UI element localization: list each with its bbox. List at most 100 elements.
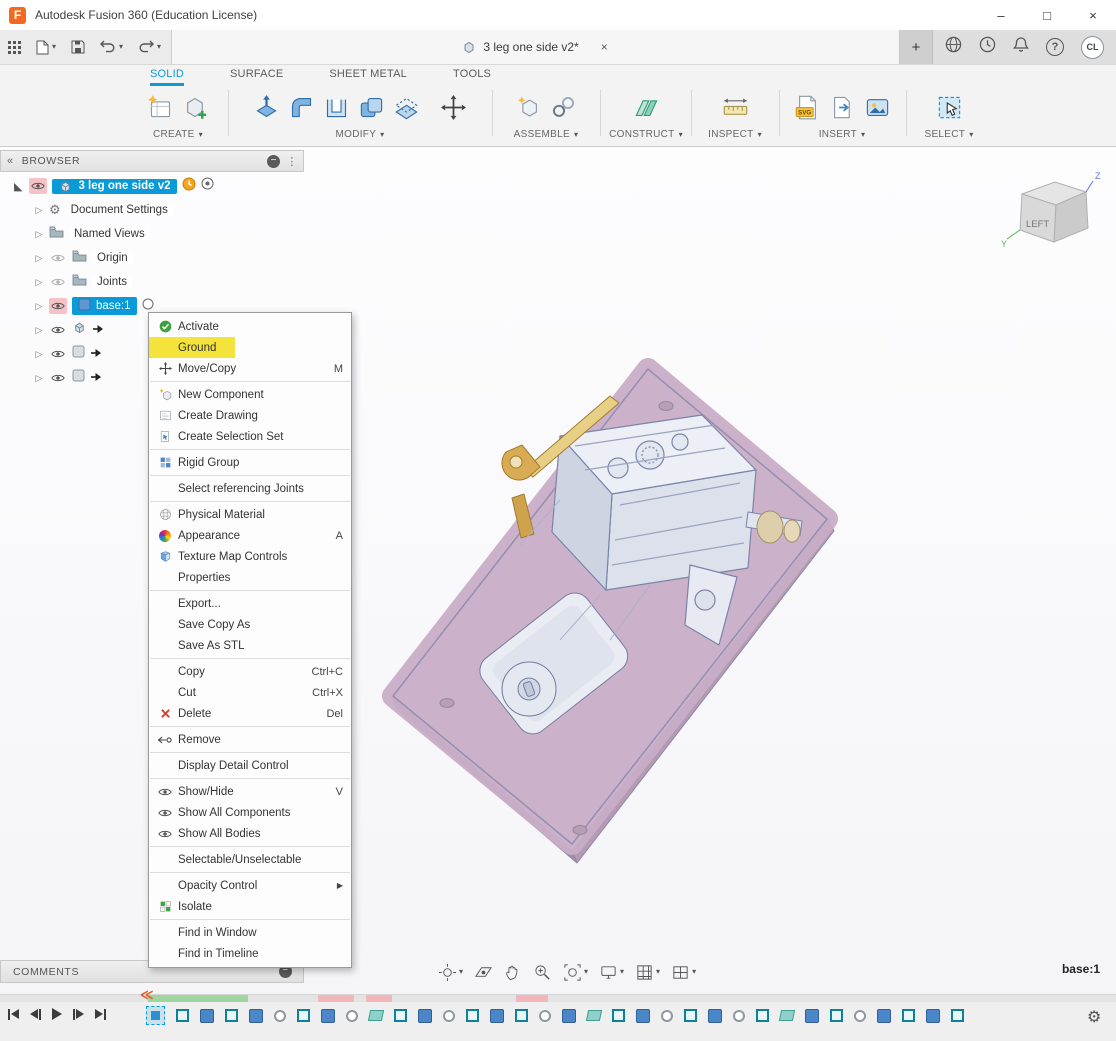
timeline-feature-sketch-icon[interactable] <box>394 1009 407 1022</box>
insert-canvas-icon[interactable] <box>862 93 892 123</box>
visibility-eye-icon[interactable] <box>49 298 67 314</box>
combine-icon[interactable] <box>357 93 387 123</box>
visibility-eye-icon[interactable] <box>29 178 47 194</box>
visibility-eye-icon[interactable] <box>49 346 67 362</box>
timeline-play-button[interactable] <box>52 1008 62 1020</box>
insert-derive-icon[interactable] <box>827 93 857 123</box>
timeline-feature-extrude-icon[interactable] <box>418 1009 432 1023</box>
menu-item-selectable-unselectable[interactable]: Selectable/Unselectable <box>149 849 351 870</box>
move-copy-icon[interactable] <box>439 93 469 123</box>
timeline-feature-plane-icon[interactable] <box>586 1010 602 1021</box>
menu-item-delete[interactable]: DeleteDel <box>149 703 351 724</box>
tab-close-icon[interactable]: × <box>601 40 608 54</box>
group-label-create[interactable]: CREATE▾ <box>153 129 203 144</box>
timeline-feature-circle-icon[interactable] <box>346 1010 358 1022</box>
select-tool-icon[interactable] <box>934 93 964 123</box>
menu-item-opacity-control[interactable]: Opacity Control▶ <box>149 875 351 896</box>
visibility-eye-icon[interactable] <box>49 370 67 386</box>
group-label-select[interactable]: SELECT▾ <box>924 129 973 144</box>
menu-item-show-hide[interactable]: Show/HideV <box>149 781 351 802</box>
menu-item-appearance[interactable]: AppearanceA <box>149 525 351 546</box>
timeline-feature-extrude-icon[interactable] <box>200 1009 214 1023</box>
timeline-feature-circle-icon[interactable] <box>539 1010 551 1022</box>
file-menu-button[interactable]: ▾ <box>36 40 56 55</box>
timeline-feature-circle-icon[interactable] <box>854 1010 866 1022</box>
menu-item-create-selection-set[interactable]: Create Selection Set <box>149 426 351 447</box>
viewports-button[interactable]: ▾ <box>671 963 696 982</box>
timeline-feature-sketch-icon[interactable] <box>466 1009 479 1022</box>
menu-item-physical-material[interactable]: Physical Material <box>149 504 351 525</box>
visibility-eye-icon[interactable] <box>49 322 67 338</box>
job-status-clock-icon[interactable] <box>979 36 996 58</box>
group-label-assemble[interactable]: ASSEMBLE▾ <box>514 129 579 144</box>
menu-item-cut[interactable]: CutCtrl+X <box>149 682 351 703</box>
measure-icon[interactable] <box>720 93 750 123</box>
redo-button[interactable]: ▾ <box>138 40 161 54</box>
timeline-feature-extrude-icon[interactable] <box>636 1009 650 1023</box>
timeline-feature-circle-icon[interactable] <box>274 1010 286 1022</box>
undo-button[interactable]: ▾ <box>100 40 123 54</box>
zoom-button[interactable] <box>533 963 552 982</box>
menu-item-display-detail-control[interactable]: Display Detail Control <box>149 755 351 776</box>
browser-item-selection[interactable]: base:1 <box>72 297 137 315</box>
activate-radio-icon[interactable] <box>201 177 214 195</box>
create-form-icon[interactable] <box>181 93 211 123</box>
menu-item-find-in-timeline[interactable]: Find in Timeline <box>149 943 351 964</box>
expand-arrow-icon[interactable]: ▷ <box>34 373 44 384</box>
timeline-feature-extrude-icon[interactable] <box>877 1009 891 1023</box>
save-button[interactable] <box>71 40 85 54</box>
timeline-marker-icon[interactable]: ≪ <box>140 987 154 1003</box>
group-label-construct[interactable]: CONSTRUCT▾ <box>609 129 683 144</box>
offset-face-icon[interactable] <box>392 93 422 123</box>
timeline-feature-plane-icon[interactable] <box>368 1010 384 1021</box>
shell-icon[interactable] <box>322 93 352 123</box>
expand-arrow-icon[interactable]: ▷ <box>34 325 44 336</box>
timeline-feature-sketch-icon[interactable] <box>297 1009 310 1022</box>
panel-minimize-icon[interactable]: − <box>267 155 280 168</box>
fit-button[interactable]: ▾ <box>563 963 588 982</box>
browser-item-origin[interactable]: ▷Origin <box>0 246 306 270</box>
menu-item-find-in-window[interactable]: Find in Window <box>149 922 351 943</box>
timeline-feature-plane-icon[interactable] <box>779 1010 795 1021</box>
menu-item-new-component[interactable]: New Component <box>149 384 351 405</box>
timeline-scroll-segment[interactable] <box>516 995 548 1002</box>
timeline-feature-sketch-icon[interactable] <box>515 1009 528 1022</box>
menu-item-save-as-stl[interactable]: Save As STL <box>149 635 351 656</box>
joint-icon[interactable] <box>549 93 579 123</box>
timeline-settings-gear-icon[interactable]: ⚙ <box>1087 1007 1101 1027</box>
menu-item-create-drawing[interactable]: Create Drawing <box>149 405 351 426</box>
press-pull-icon[interactable] <box>252 93 282 123</box>
timeline-step-back-button[interactable] <box>30 1009 41 1020</box>
timeline-scroll-segment[interactable] <box>148 995 248 1002</box>
expand-arrow-icon[interactable]: ▷ <box>34 277 44 288</box>
timeline-feature-circle-icon[interactable] <box>443 1010 455 1022</box>
timeline-feature-circle-icon[interactable] <box>661 1010 673 1022</box>
help-icon[interactable]: ? <box>1046 38 1064 56</box>
expand-arrow-icon[interactable]: ▷ <box>34 229 44 240</box>
view-cube[interactable]: LEFT Y Z <box>1000 166 1104 258</box>
tab-surface[interactable]: SURFACE <box>230 68 283 86</box>
display-settings-button[interactable]: ▾ <box>599 963 624 982</box>
menu-item-show-all-components[interactable]: Show All Components <box>149 802 351 823</box>
menu-item-rigid-group[interactable]: Rigid Group <box>149 452 351 473</box>
timeline-feature-sel-icon[interactable] <box>146 1006 165 1025</box>
orbit-button[interactable]: ▾ <box>438 963 463 982</box>
visibility-eye-icon[interactable] <box>49 274 67 290</box>
notifications-bell-icon[interactable] <box>1013 36 1029 58</box>
menu-item-properties[interactable]: Properties <box>149 567 351 588</box>
close-button[interactable]: × <box>1070 0 1116 30</box>
new-component-icon[interactable] <box>514 93 544 123</box>
expand-arrow-icon[interactable]: ▷ <box>34 253 44 264</box>
timeline-feature-extrude-icon[interactable] <box>926 1009 940 1023</box>
expand-arrow-icon[interactable]: ▷ <box>34 205 44 216</box>
panel-menu-icon[interactable]: ⋮ <box>286 155 298 168</box>
app-grid-icon[interactable] <box>8 41 21 54</box>
browser-item-document-settings[interactable]: ▷⚙Document Settings <box>0 198 306 222</box>
timeline-feature-sketch-icon[interactable] <box>684 1009 697 1022</box>
timeline-step-forward-button[interactable] <box>73 1009 84 1020</box>
tab-sheet-metal[interactable]: SHEET METAL <box>329 68 407 86</box>
browser-root-selection[interactable]: 3 leg one side v2 <box>52 179 176 194</box>
look-at-button[interactable] <box>474 963 493 982</box>
new-tab-button[interactable]: + <box>900 30 933 64</box>
timeline-go-start-button[interactable] <box>8 1009 19 1020</box>
